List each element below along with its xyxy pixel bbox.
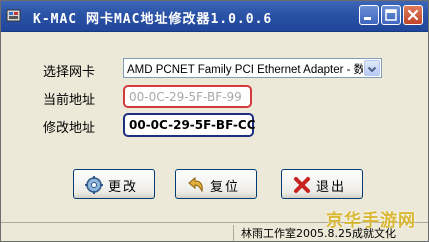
title-bar[interactable]: K-MAC 网卡MAC地址修改器1.0.0.6 [1,1,428,32]
restore-button[interactable]: 复位 [175,169,257,199]
nic-select[interactable]: AMD PCNET Family PCI Ethernet Adapter - … [123,58,382,78]
exit-x-icon [294,177,310,193]
window-title: K-MAC 网卡MAC地址修改器1.0.0.6 [33,12,273,27]
exit-button-label: 退出 [316,180,347,195]
modify-address-label: 修改地址 [43,121,96,136]
nic-label: 选择网卡 [43,65,96,80]
close-button[interactable] [403,5,423,25]
restore-arrow-icon [188,176,203,193]
dropdown-arrow-icon [367,66,377,73]
nic-select-value: AMD PCNET Family PCI Ethernet Adapter - … [127,64,363,76]
maximize-icon [385,9,397,21]
minimize-icon [364,17,371,20]
dropdown-button[interactable] [364,60,380,76]
modify-address-input[interactable]: 00-0C-29-5F-BF-CC [123,113,256,137]
minimize-button[interactable] [359,5,379,25]
modify-address-value: 00-0C-29-5F-BF-CC [129,118,256,132]
watermark: 京华手游网 [326,211,416,231]
current-address-field: 00-0C-29-5F-BF-99 [123,85,252,108]
app-icon [6,9,21,22]
current-address-label: 当前地址 [43,93,96,108]
maximize-button[interactable] [381,5,401,25]
status-separator [233,225,234,241]
current-address-value: 00-0C-29-5F-BF-99 [129,90,242,104]
restore-button-label: 复位 [210,180,241,195]
change-button[interactable]: 更改 [73,169,155,199]
change-button-label: 更改 [108,180,139,195]
main-window: K-MAC 网卡MAC地址修改器1.0.0.6 选择网卡 AMD PCNET F… [0,0,429,242]
exit-button[interactable]: 退出 [281,169,363,199]
close-icon [407,9,419,21]
change-gear-icon [85,176,103,194]
